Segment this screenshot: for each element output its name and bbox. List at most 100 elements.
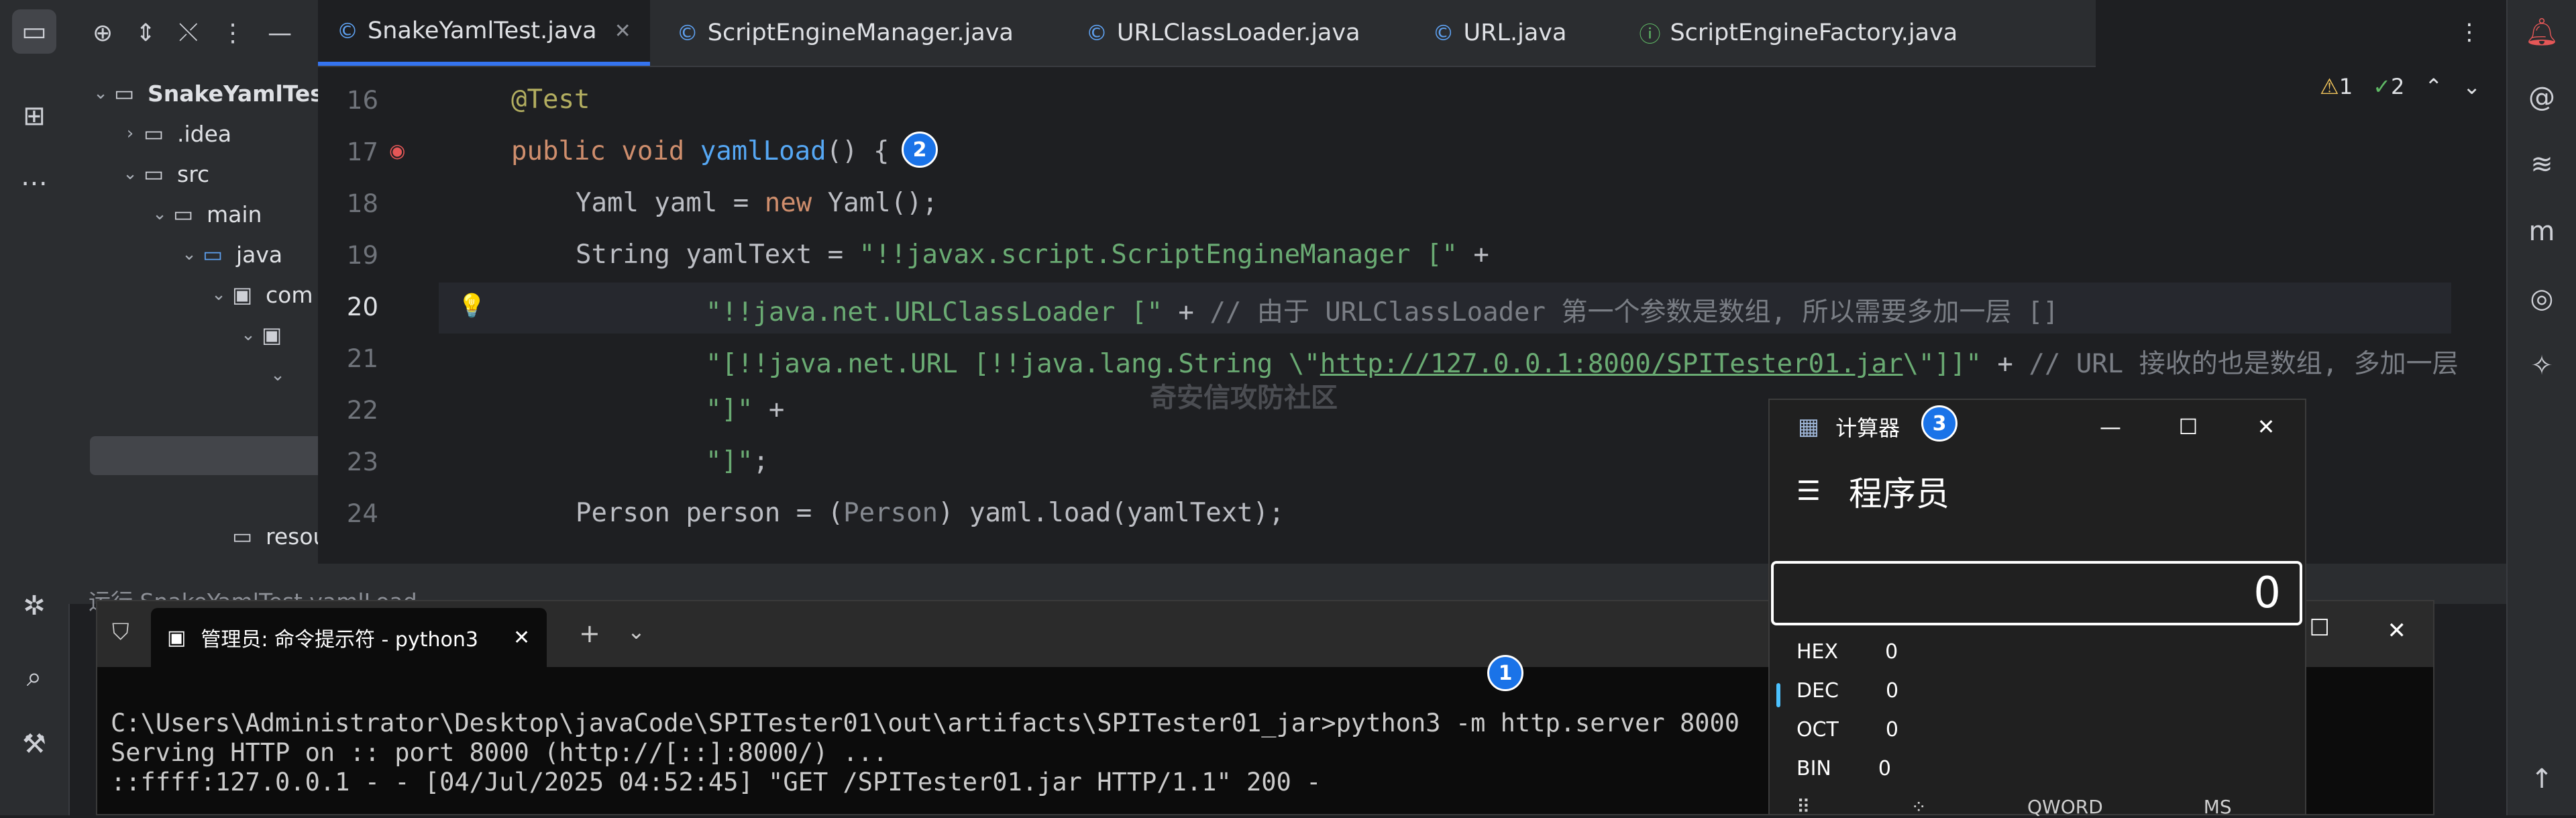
annotation-badge-2: 2 [902,132,938,168]
folder-icon: ▭ [232,523,253,549]
next-highlight-icon[interactable]: ⌄ [2463,74,2481,99]
folder-icon: ▭ [114,81,135,106]
calculator-app-icon: ▦ [1798,413,1820,440]
line-number: 23 [346,448,378,476]
plugin-icon[interactable]: ✧ [2520,344,2564,388]
build-hammer-icon[interactable]: ⚒ [12,722,56,766]
code-line-21[interactable]: "[!!java.net.URL [!!java.lang.String \"h… [706,343,2459,380]
line-number: 22 [346,396,378,425]
tab-url[interactable]: © URL.java [1414,0,1621,66]
folder-icon: ▭ [144,121,164,146]
radix-oct[interactable]: OCT 0 [1796,718,1898,742]
more-tools-icon[interactable]: ⋯ [12,161,56,205]
tree-item-src[interactable]: ⌄ ▭ src [117,156,209,192]
terminal-close-icon[interactable]: ✕ [2387,617,2407,644]
tree-item-com[interactable]: ⌄ ▣ com [205,276,313,313]
java-class-icon: © [1432,20,1454,46]
maven-icon[interactable]: m [2520,209,2564,254]
run-test-icon[interactable]: ◉ [389,140,405,162]
more-tabs-icon[interactable]: ⋮ [2458,19,2481,46]
inspection-widget[interactable]: ⚠1 ✓2 ⌃ ⌄ [2320,74,2481,99]
selected-radix-indicator [1776,683,1780,707]
java-class-icon: © [676,20,698,46]
maximize-icon[interactable]: ☐ [2149,400,2227,454]
tab-scriptenginefactory[interactable]: ⓘ ScriptEngineFactory.java [1620,0,1976,66]
terminal-tab[interactable]: ▣ 管理员: 命令提示符 - python3 ✕ [151,608,547,667]
java-interface-icon: ⓘ [1639,21,1661,47]
close-icon[interactable]: ✕ [614,19,631,43]
expand-icon[interactable]: ⇕ [136,19,156,47]
minimize-icon[interactable]: — [2072,400,2149,454]
debug-icon[interactable]: ✲ [12,584,56,628]
tree-item-root[interactable]: ⌄ ▭ SnakeYamlTest [87,75,318,111]
collapse-icon[interactable]: ⤬ [178,19,198,47]
annotation-badge-3: 3 [1921,405,1957,442]
code-line-17[interactable]: public void yamlLoad() { [511,136,890,166]
annotation-badge-1: 1 [1487,655,1523,691]
scroll-top-icon[interactable]: ↑ [2520,757,2564,801]
lightbulb-icon[interactable]: 💡 [458,293,486,319]
close-icon[interactable]: ✕ [2227,400,2305,454]
tree-item-java[interactable]: ⌄ ▭ java [176,236,282,272]
prev-highlight-icon[interactable]: ⌃ [2424,74,2443,99]
full-keypad-icon[interactable]: ⠿ [1796,796,1811,818]
database-icon[interactable]: ≋ [2520,142,2564,187]
memory-store-button[interactable]: MS [2204,796,2232,818]
chevron-right-icon: › [126,123,134,144]
locate-icon[interactable]: ⊕ [93,19,113,47]
line-number: 19 [346,241,378,270]
warning-icon: ⚠ [2320,74,2339,99]
tree-item-idea[interactable]: › ▭ .idea [117,115,231,152]
package-icon: ▣ [232,282,253,307]
tree-item-main[interactable]: ⌄ ▭ main [146,196,262,232]
ai-assistant-icon[interactable]: @ [2520,75,2564,119]
code-line-19[interactable]: String yamlText = "!!javax.script.Script… [576,240,1489,270]
radix-bin[interactable]: BIN 0 [1796,757,1891,780]
bit-toggle-icon[interactable]: ⁘ [1911,796,1927,818]
tree-item-package[interactable]: ⌄ ▣ [235,317,295,353]
line-number: 21 [346,344,378,373]
tab-urlclassloader[interactable]: © URLClassLoader.java [1067,0,1414,66]
terminal-line: Serving HTTP on :: port 8000 (http://[::… [111,738,888,767]
line-number: 16 [346,86,378,115]
tree-item-resources[interactable]: ▭resou [205,518,318,554]
code-line-23[interactable]: "]"; [706,446,769,476]
code-line-22[interactable]: "]" + [706,395,784,425]
java-class-icon: © [337,18,358,44]
new-tab-icon[interactable]: + [579,619,600,648]
project-folder-icon[interactable]: ▭ [12,9,56,54]
chevron-down-icon: ⌄ [241,325,256,345]
tree-selection [90,436,318,475]
structure-icon[interactable]: ⊞ [12,94,56,138]
tab-dropdown-icon[interactable]: ⌄ [627,619,645,644]
line-number: 24 [346,499,378,528]
radix-dec[interactable]: DEC 0 [1796,679,1898,703]
notifications-icon[interactable]: 🔔︎ [2520,9,2564,54]
calculator-keypad-modes: ⠿ ⁘ QWORD MS [1796,796,2232,818]
calculator-window: ▦ 计算器 3 — ☐ ✕ ☰ 程序员 0 HEX 0 DEC 0 OCT 0 BIN… [1768,399,2306,818]
code-line-24[interactable]: Person person = (Person) yaml.load(yamlT… [576,498,1285,528]
search-icon[interactable]: ⌕ [12,655,56,699]
code-url-link[interactable]: http://127.0.0.1:8000/SPITester01.jar [1320,349,1903,379]
word-size-button[interactable]: QWORD [2027,796,2103,818]
source-folder-icon: ▭ [203,242,223,267]
chevron-down-icon: ⌄ [182,244,197,264]
project-panel: ⊕ ⇕ ⤬ ⋮ — ⌄ ▭ SnakeYamlTest › ▭ .idea ⌄ ▭ src … [68,0,318,564]
terminal-maximize-icon[interactable]: ☐ [2310,615,2330,642]
tab-scriptenginemanager[interactable]: © ScriptEngineManager.java [650,0,1067,66]
code-line-20[interactable]: "!!java.net.URLClassLoader [" + // 由于 UR… [706,291,2059,329]
calculator-mode-header: ☰ 程序员 [1796,474,1949,513]
code-line-18[interactable]: Yaml yaml = new Yaml(); [576,188,938,218]
hide-icon[interactable]: — [268,19,292,47]
shield-icon: ⛉ [112,619,129,646]
options-icon[interactable]: ⋮ [221,19,245,47]
terminal-line: C:\Users\Administrator\Desktop\javaCode\… [111,709,1740,737]
tree-item-subpackage[interactable]: ⌄ [264,357,291,393]
code-line-16[interactable]: @Test [511,85,590,115]
tab-snakeyamltest[interactable]: © SnakeYamlTest.java ✕ [318,0,650,66]
cmd-icon: ▣ [167,625,186,650]
copilot-icon[interactable]: ◎ [2520,276,2564,321]
radix-hex[interactable]: HEX 0 [1796,640,1898,664]
hamburger-menu-icon[interactable]: ☰ [1796,476,1821,507]
close-tab-icon[interactable]: ✕ [513,626,530,650]
